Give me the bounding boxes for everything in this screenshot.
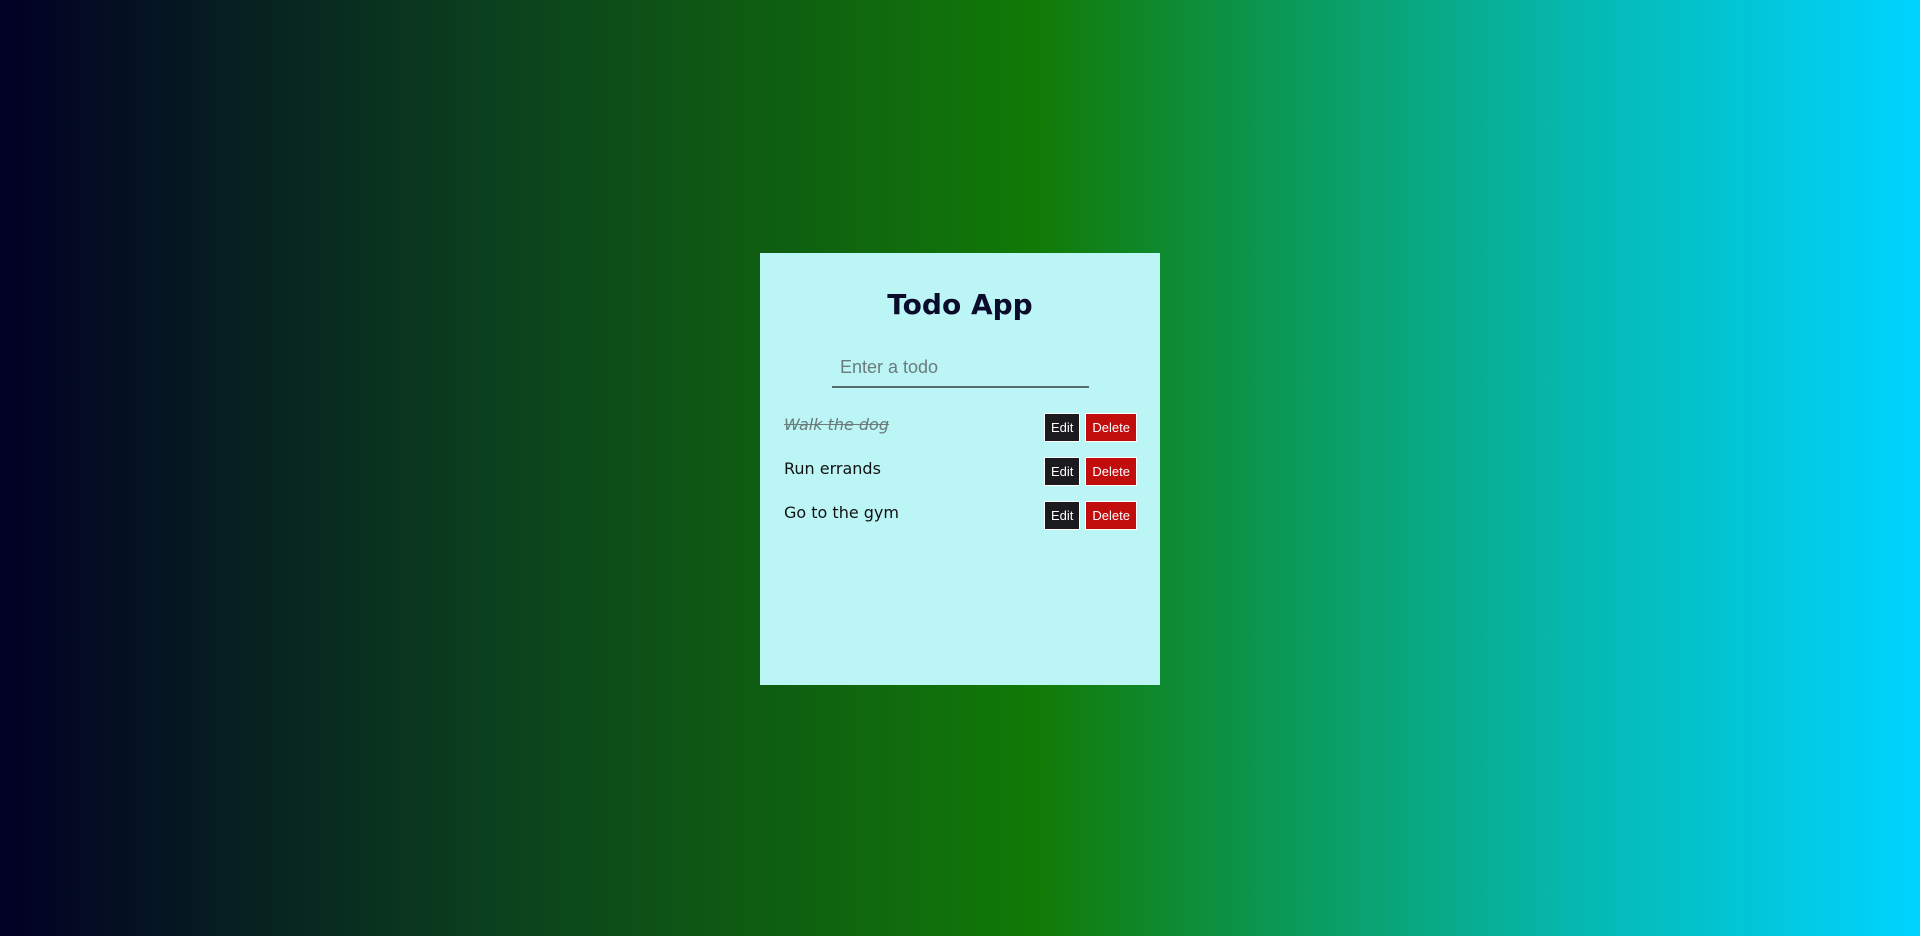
delete-button[interactable]: Delete: [1085, 456, 1137, 486]
delete-button[interactable]: Delete: [1085, 412, 1137, 442]
todo-item[interactable]: Walk the dog Edit Delete: [784, 405, 1137, 449]
todo-list: Walk the dog Edit Delete Run errands Edi…: [784, 405, 1137, 537]
todo-item-actions: Edit Delete: [1044, 456, 1137, 486]
todo-item-actions: Edit Delete: [1044, 500, 1137, 530]
edit-button[interactable]: Edit: [1044, 456, 1081, 486]
todo-item-text[interactable]: Walk the dog: [784, 415, 889, 434]
todo-item-text[interactable]: Go to the gym: [784, 503, 899, 522]
todo-item[interactable]: Go to the gym Edit Delete: [784, 493, 1137, 537]
delete-button[interactable]: Delete: [1085, 500, 1137, 530]
page-title: Todo App: [887, 288, 1033, 321]
todo-item[interactable]: Run errands Edit Delete: [784, 449, 1137, 493]
todo-item-text[interactable]: Run errands: [784, 459, 881, 478]
todo-input-wrapper: [832, 353, 1089, 388]
edit-button[interactable]: Edit: [1044, 500, 1081, 530]
todo-card: Todo App Walk the dog Edit Delete Run er…: [760, 253, 1160, 685]
edit-button[interactable]: Edit: [1044, 412, 1081, 442]
todo-item-actions: Edit Delete: [1044, 412, 1137, 442]
todo-input[interactable]: [832, 353, 1089, 388]
